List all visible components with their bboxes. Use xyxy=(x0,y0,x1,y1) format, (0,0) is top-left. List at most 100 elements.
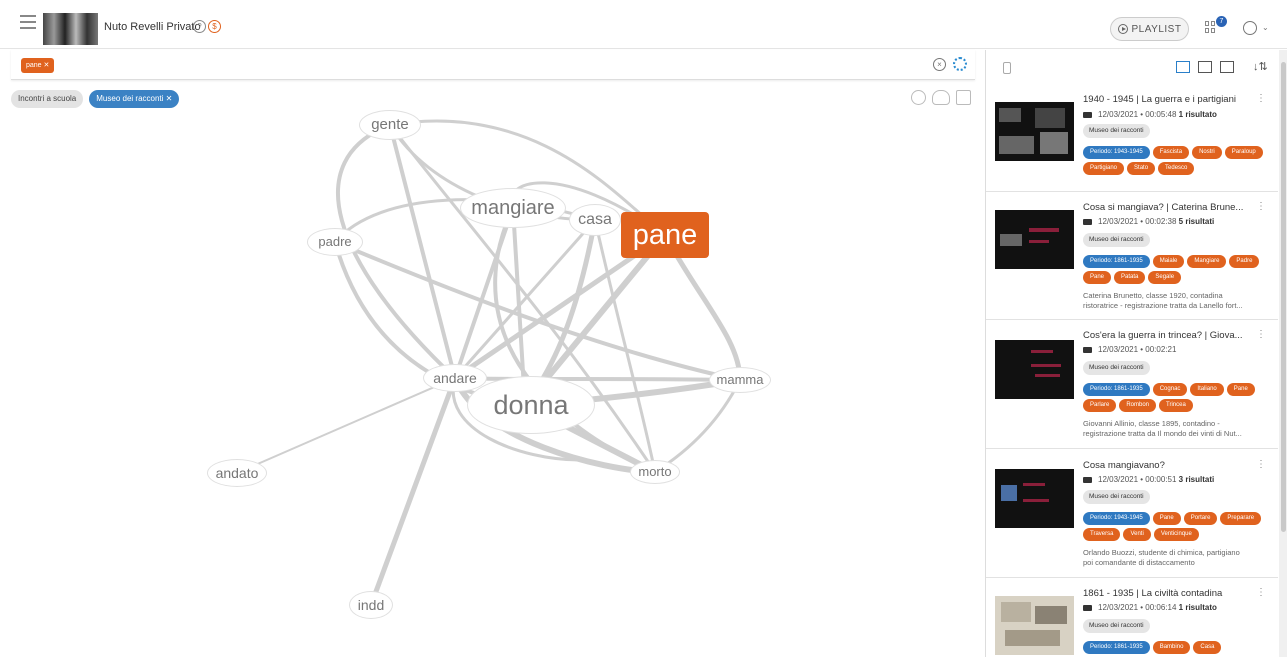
graph-node-padre[interactable]: padre xyxy=(307,228,363,256)
keyword-tag[interactable]: Preparare xyxy=(1220,512,1262,525)
pin-icon[interactable] xyxy=(1003,62,1011,74)
graph-node-andato[interactable]: andato xyxy=(207,459,267,487)
keyword-tag[interactable]: Venticinque xyxy=(1153,528,1199,541)
keyword-tag[interactable]: Pane xyxy=(1083,271,1112,284)
chevron-down-icon[interactable]: ⌄ xyxy=(1262,23,1269,32)
video-icon xyxy=(1083,111,1092,118)
tag-list: Periodo: 1861-1935 Maiale Mangiare Padre… xyxy=(1083,255,1268,284)
play-icon xyxy=(1117,24,1128,34)
keyword-tag[interactable]: Traversa xyxy=(1083,528,1121,541)
top-bar: Nuto Revelli Privato ? $ PLAYLIST 7 ⌄ xyxy=(0,0,1287,49)
playlist-button[interactable]: PLAYLIST xyxy=(1110,17,1189,41)
keyword-tag[interactable]: Casa xyxy=(1193,641,1222,654)
keyword-tag[interactable]: Bambino xyxy=(1152,641,1191,654)
user-account-icon[interactable] xyxy=(1243,21,1257,35)
menu-icon[interactable] xyxy=(20,15,36,31)
settings-icon[interactable] xyxy=(953,57,967,71)
keyword-tag[interactable]: Maiale xyxy=(1152,255,1185,268)
keyword-tag[interactable]: Pane xyxy=(1226,383,1255,396)
video-icon xyxy=(1083,346,1092,353)
keyword-tag[interactable]: Partigiano xyxy=(1083,162,1125,175)
result-meta: 12/03/2021 • 00:06:14 1 risultato xyxy=(1083,603,1217,612)
keyword-tag[interactable]: Tedesco xyxy=(1158,162,1195,175)
more-options-icon[interactable]: ⋮ xyxy=(1256,587,1266,598)
keyword-tag[interactable]: Parlare xyxy=(1083,399,1117,412)
keyword-tag[interactable]: Nostri xyxy=(1192,146,1222,159)
result-title[interactable]: Cos'era la guerra in trincea? | Giova... xyxy=(1083,330,1258,341)
more-options-icon[interactable]: ⋮ xyxy=(1256,329,1266,340)
title-badges: ? $ xyxy=(193,20,221,33)
keyword-tag[interactable]: Segale xyxy=(1148,271,1182,284)
gallery-view-icon[interactable] xyxy=(1220,61,1234,73)
result-title[interactable]: 1861 - 1935 | La civiltà contadina xyxy=(1083,588,1258,599)
scrollbar-thumb[interactable] xyxy=(1281,62,1286,532)
graph-node-mangiare[interactable]: mangiare xyxy=(460,188,566,228)
source-chip[interactable]: Museo dei racconti xyxy=(1083,619,1150,633)
more-options-icon[interactable]: ⋮ xyxy=(1256,201,1266,212)
tag-list: Periodo: 1943-1945 Pane Portare Preparar… xyxy=(1083,512,1268,541)
graph-node-casa[interactable]: casa xyxy=(569,204,621,236)
keyword-tag[interactable]: Trincea xyxy=(1159,399,1193,412)
graph-node-mamma[interactable]: mamma xyxy=(709,367,771,393)
keyword-tag[interactable]: Pane xyxy=(1152,512,1181,525)
video-thumbnail[interactable] xyxy=(995,210,1074,269)
search-bar[interactable] xyxy=(11,50,975,80)
period-tag[interactable]: Periodo: 1943-1945 xyxy=(1083,512,1150,525)
sort-icon[interactable]: ↓⇅ xyxy=(1253,60,1268,73)
result-card[interactable]: 1861 - 1935 | La civiltà contadina ⋮ 12/… xyxy=(986,579,1278,657)
graph-node-donna[interactable]: donna xyxy=(467,376,595,434)
result-title[interactable]: Cosa mangiavano? xyxy=(1083,460,1258,471)
tag-list: Periodo: 1861-1935 Cognac Italiano Pane … xyxy=(1083,383,1268,412)
result-card[interactable]: Cosa mangiavano? ⋮ 12/03/2021 • 00:00:51… xyxy=(986,450,1278,578)
keyword-tag[interactable]: Mangiare xyxy=(1187,255,1227,268)
source-chip[interactable]: Museo dei racconti xyxy=(1083,361,1150,375)
source-chip[interactable]: Museo dei racconti xyxy=(1083,490,1150,504)
result-card[interactable]: Cosa si mangiava? | Caterina Brune... ⋮ … xyxy=(986,193,1278,320)
graph-node-indd[interactable]: indd xyxy=(349,591,393,619)
results-scrollbar[interactable] xyxy=(1279,50,1287,657)
keyword-tag[interactable]: Italiano xyxy=(1190,383,1224,396)
more-options-icon[interactable]: ⋮ xyxy=(1256,459,1266,470)
result-description: Caterina Brunetto, classe 1920, contadin… xyxy=(1083,291,1243,310)
period-tag[interactable]: Periodo: 1861-1935 xyxy=(1083,255,1150,268)
graph-node-morto[interactable]: morto xyxy=(630,460,680,484)
result-card[interactable]: 1940 - 1945 | La guerra e i partigiani ⋮… xyxy=(986,84,1278,192)
grid-view-icon[interactable] xyxy=(1198,61,1212,73)
graph-edges xyxy=(236,119,743,608)
period-tag[interactable]: Periodo: 1861-1935 xyxy=(1083,383,1150,396)
list-view-icon[interactable] xyxy=(1176,61,1190,73)
result-meta: 12/03/2021 • 00:05:48 1 risultato xyxy=(1083,110,1217,119)
clear-search-icon[interactable]: × xyxy=(933,58,946,71)
period-tag[interactable]: Periodo: 1861-1935 xyxy=(1083,641,1150,654)
results-toolbar: ↓⇅ xyxy=(986,50,1278,84)
keyword-tag[interactable]: Paraloup xyxy=(1224,146,1263,159)
archive-logo[interactable] xyxy=(43,13,98,45)
search-tag-pane[interactable]: pane ✕ xyxy=(21,58,55,73)
period-tag[interactable]: Periodo: 1943-1945 xyxy=(1083,146,1150,159)
video-thumbnail[interactable] xyxy=(995,102,1074,161)
keyword-tag[interactable]: Portare xyxy=(1183,512,1218,525)
video-icon xyxy=(1083,476,1092,483)
graph-node-pane[interactable]: pane xyxy=(621,212,709,258)
help-icon[interactable]: ? xyxy=(193,20,206,33)
more-options-icon[interactable]: ⋮ xyxy=(1256,93,1266,104)
video-thumbnail[interactable] xyxy=(995,469,1074,528)
result-card[interactable]: Cos'era la guerra in trincea? | Giova...… xyxy=(986,321,1278,449)
result-meta: 12/03/2021 • 00:02:38 5 risultati xyxy=(1083,217,1214,226)
result-title[interactable]: Cosa si mangiava? | Caterina Brune... xyxy=(1083,202,1258,213)
source-chip[interactable]: Museo dei racconti xyxy=(1083,124,1150,138)
keyword-tag[interactable]: Venti xyxy=(1123,528,1151,541)
keyword-tag[interactable]: Cognac xyxy=(1152,383,1188,396)
video-thumbnail[interactable] xyxy=(995,340,1074,399)
video-thumbnail[interactable] xyxy=(995,596,1074,655)
paid-icon[interactable]: $ xyxy=(208,20,221,33)
keyword-tag[interactable]: Stato xyxy=(1127,162,1156,175)
source-chip[interactable]: Museo dei racconti xyxy=(1083,233,1150,247)
keyword-tag[interactable]: Padre xyxy=(1229,255,1260,268)
keyword-tag[interactable]: Fascista xyxy=(1152,146,1190,159)
result-title[interactable]: 1940 - 1945 | La guerra e i partigiani xyxy=(1083,94,1258,105)
graph-node-gente[interactable]: gente xyxy=(359,110,421,140)
keyword-tag[interactable]: Rombon xyxy=(1119,399,1157,412)
keyword-tag[interactable]: Patata xyxy=(1114,271,1146,284)
view-mode-icons xyxy=(1176,61,1234,73)
